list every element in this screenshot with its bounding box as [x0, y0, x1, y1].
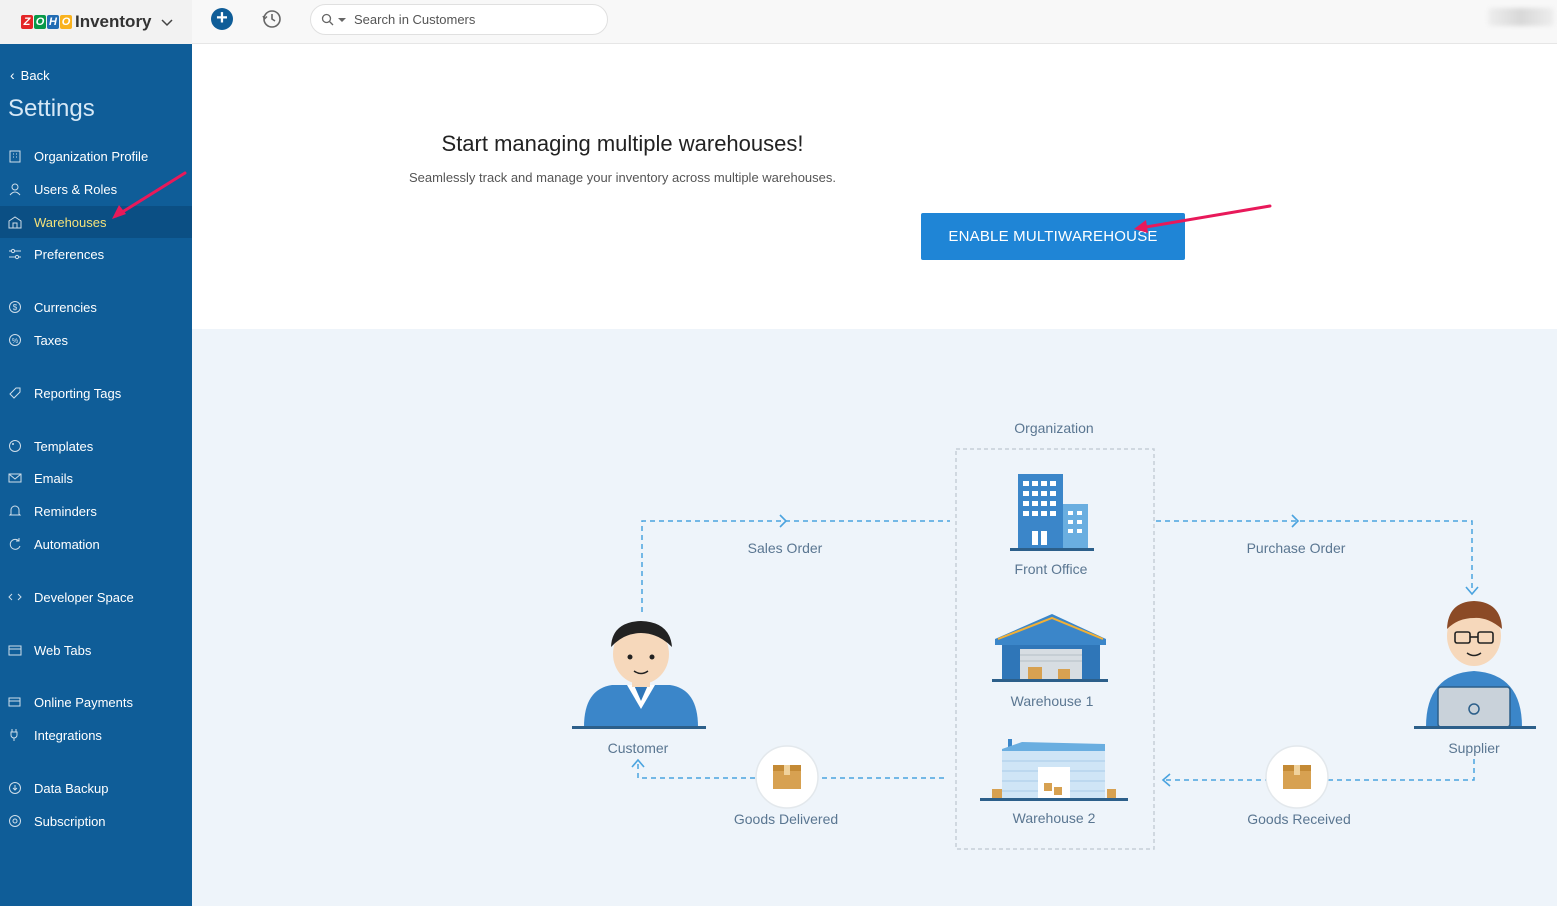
- sidebar-item-label: Taxes: [34, 332, 68, 348]
- subscription-icon: [9, 815, 21, 827]
- sidebar-item-label: Currencies: [34, 299, 97, 315]
- sidebar-item-label: Developer Space: [34, 589, 134, 605]
- sidebar-item-preferences[interactable]: Preferences: [0, 238, 192, 270]
- tag-icon: [9, 387, 21, 399]
- warehouse-1-label: Warehouse 1: [1011, 693, 1094, 709]
- goods-delivered-icon: [755, 745, 819, 809]
- tabs-icon: [8, 645, 22, 656]
- warehouse-icon: [8, 216, 22, 229]
- front-office-icon: [1010, 474, 1094, 551]
- multiwarehouse-diagram: Organization Sales Order Purchase Order …: [572, 420, 1536, 850]
- sidebar-item-label: Automation: [34, 536, 100, 552]
- sidebar-item-label: Data Backup: [34, 780, 109, 796]
- sidebar-item-label: Templates: [34, 438, 94, 454]
- sidebar-item-label: Web Tabs: [34, 642, 92, 658]
- goods-received-icon: [1265, 745, 1329, 809]
- sidebar-item-label: Reminders: [34, 503, 97, 519]
- supplier-icon: [1414, 601, 1536, 729]
- code-icon: [8, 593, 22, 601]
- enable-multiwarehouse-button[interactable]: ENABLE MULTIWAREHOUSE: [921, 213, 1185, 260]
- sidebar-item-label: Reporting Tags: [34, 385, 122, 401]
- search-box[interactable]: [310, 4, 608, 35]
- sidebar-item-currencies[interactable]: $ Currencies: [0, 291, 192, 323]
- plug-icon: [10, 729, 18, 741]
- supplier-label: Supplier: [1448, 740, 1500, 756]
- search-input[interactable]: [354, 12, 584, 27]
- caret-down-icon[interactable]: [338, 16, 346, 24]
- sales-order-label: Sales Order: [748, 540, 823, 556]
- warehouse-2-label: Warehouse 2: [1013, 810, 1096, 826]
- goods-received-label: Goods Received: [1247, 811, 1351, 827]
- automation-icon: [9, 538, 21, 550]
- front-office-label: Front Office: [1015, 561, 1088, 577]
- backup-icon: [9, 782, 21, 794]
- sidebar-item-subscription[interactable]: Subscription: [0, 805, 192, 837]
- zoho-logo: Z O H O: [21, 15, 72, 29]
- page-title: Start managing multiple warehouses!: [441, 131, 804, 156]
- sidebar-item-automation[interactable]: Automation: [0, 528, 192, 560]
- empty-state-panel: [192, 44, 1557, 329]
- purchase-order-label: Purchase Order: [1247, 540, 1346, 556]
- currency-icon: $: [9, 301, 21, 313]
- chevron-down-icon: [161, 19, 173, 27]
- svg-text:%: %: [12, 338, 18, 345]
- sidebar-item-emails[interactable]: Emails: [0, 462, 192, 494]
- sidebar-item-templates[interactable]: Templates: [0, 430, 192, 462]
- sidebar-item-data-backup[interactable]: Data Backup: [0, 772, 192, 804]
- bell-icon: [8, 505, 22, 516]
- top-bar: Z O H O Inventory +: [0, 0, 1557, 44]
- payment-icon: [8, 697, 21, 707]
- back-link[interactable]: ‹ Back: [10, 67, 50, 83]
- svg-text:$: $: [13, 303, 18, 312]
- sidebar-item-reporting-tags[interactable]: Reporting Tags: [0, 377, 192, 409]
- sidebar-item-label: Warehouses: [34, 214, 107, 230]
- customer-label: Customer: [608, 740, 669, 756]
- mail-icon: [8, 473, 22, 483]
- customer-icon: [572, 621, 706, 729]
- chevron-left-icon: ‹: [10, 67, 15, 83]
- palette-icon: [9, 440, 21, 452]
- history-icon[interactable]: [261, 8, 283, 30]
- search-icon: [321, 13, 334, 26]
- sidebar-item-reminders[interactable]: Reminders: [0, 495, 192, 527]
- organization-label: Organization: [1014, 420, 1093, 436]
- app-name: Inventory: [75, 12, 152, 31]
- warehouse-2-icon: [980, 739, 1128, 801]
- sidebar-item-label: Online Payments: [34, 694, 133, 710]
- sidebar-item-label: Emails: [34, 470, 74, 486]
- quick-create-button[interactable]: +: [211, 8, 233, 30]
- app-switcher[interactable]: Z O H O Inventory: [0, 0, 192, 44]
- sidebar-item-label: Subscription: [34, 813, 106, 829]
- user-avatar[interactable]: [1488, 8, 1554, 26]
- percent-icon: %: [9, 334, 21, 346]
- sidebar-item-label: Integrations: [34, 727, 102, 743]
- sliders-icon: [9, 248, 21, 260]
- sidebar-item-developer-space[interactable]: Developer Space: [0, 581, 192, 613]
- page-subtitle: Seamlessly track and manage your invento…: [408, 170, 837, 185]
- goods-delivered-label: Goods Delivered: [734, 811, 838, 827]
- settings-title: Settings: [8, 95, 95, 122]
- sidebar-item-web-tabs[interactable]: Web Tabs: [0, 634, 192, 666]
- sidebar-item-taxes[interactable]: % Taxes: [0, 324, 192, 356]
- sidebar-item-integrations[interactable]: Integrations: [0, 719, 192, 751]
- sidebar-item-label: Preferences: [34, 246, 105, 262]
- warehouse-1-icon: [992, 614, 1108, 682]
- sidebar-item-warehouses[interactable]: Warehouses: [0, 206, 192, 238]
- sidebar-item-online-payments[interactable]: Online Payments: [0, 686, 192, 718]
